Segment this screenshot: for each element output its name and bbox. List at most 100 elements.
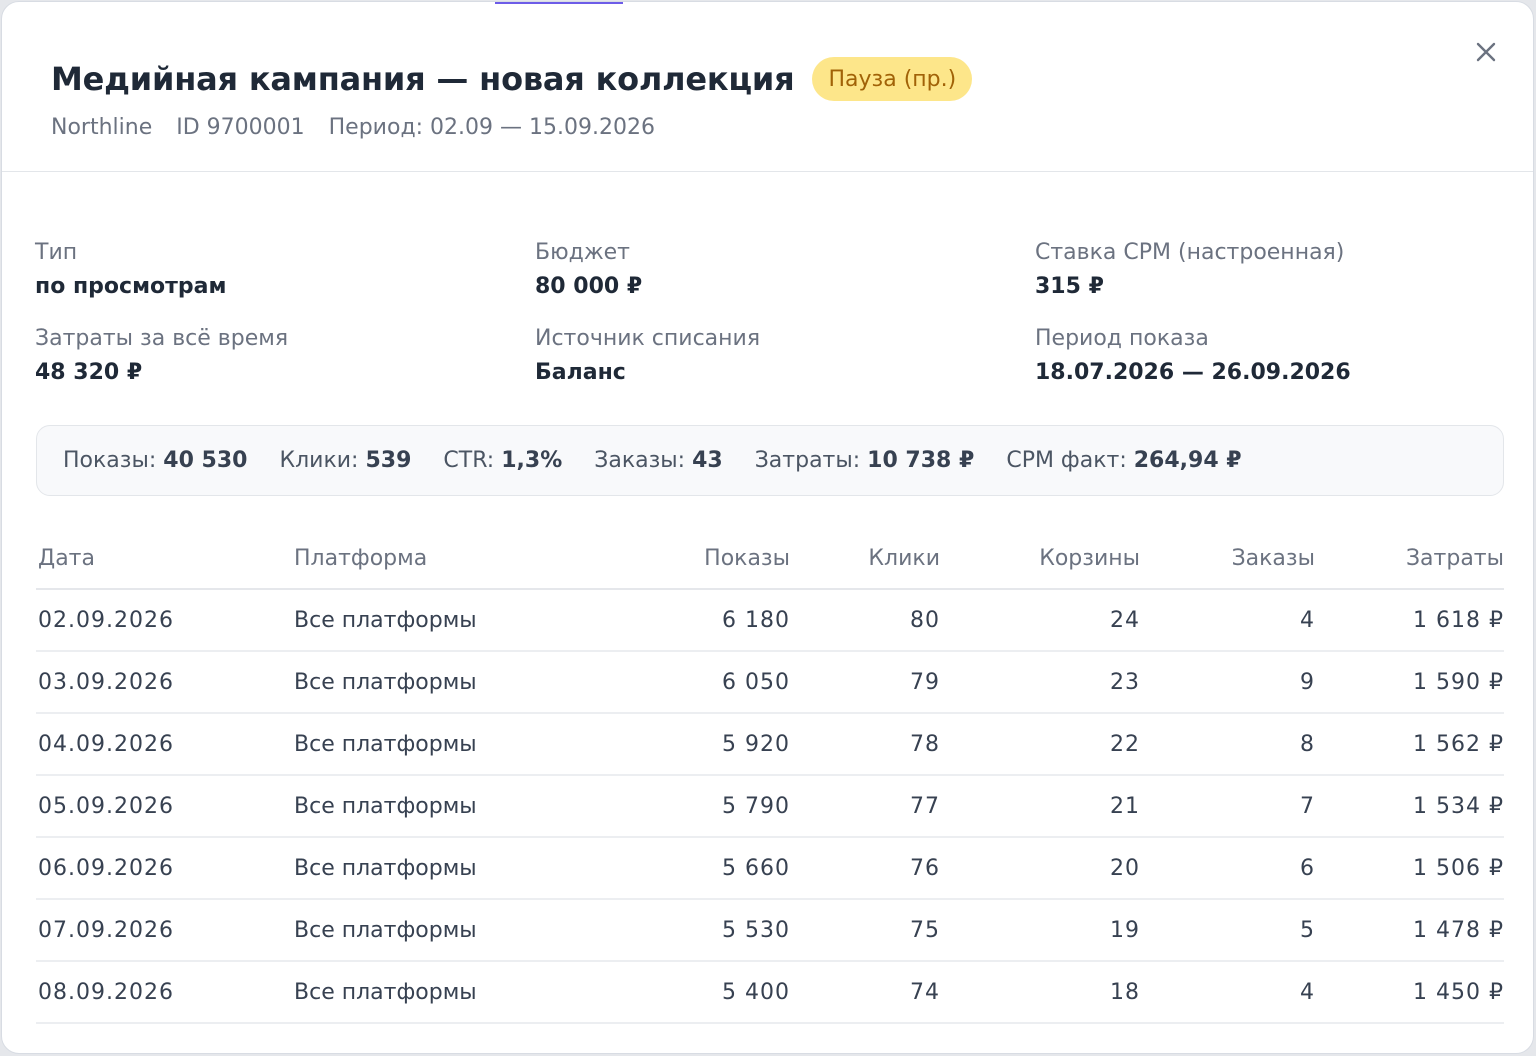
campaign-id: ID 9700001: [176, 115, 305, 140]
cell-cost: 1 618 ₽: [1315, 589, 1504, 652]
column-header-impressions[interactable]: Показы: [576, 529, 790, 590]
table-row: 06.09.2026 Все платформы 5 660 76 20 6 1 506 ₽: [36, 837, 1504, 900]
table-row: 05.09.2026 Все платформы 5 790 77 21 7 1 534 ₽: [36, 775, 1504, 838]
info-type: Тип по просмотрам: [35, 238, 535, 304]
table-row: 02.09.2026 Все платформы 6 180 80 24 4 1 618 ₽: [36, 589, 1504, 652]
cell-impressions: 5 400: [576, 961, 790, 1024]
cell-cost: 1 534 ₽: [1315, 775, 1504, 838]
cell-impressions: 5 790: [576, 775, 790, 838]
cell-clicks: 74: [790, 961, 940, 1024]
cell-orders: 5: [1140, 899, 1315, 962]
summary-impressions-value: 40 530: [163, 448, 248, 473]
cell-carts: 21: [940, 775, 1140, 838]
info-source: Источник списания Баланс: [535, 324, 1035, 390]
info-budget: Бюджет 80 000 ₽: [535, 238, 1035, 304]
summary-ctr-label: CTR:: [443, 448, 495, 473]
cell-clicks: 79: [790, 651, 940, 714]
cell-carts: 24: [940, 589, 1140, 652]
cell-platform: Все платформы: [292, 713, 576, 776]
cell-date: 02.09.2026: [36, 589, 292, 652]
cell-date: 04.09.2026: [36, 713, 292, 776]
table-row: 04.09.2026 Все платформы 5 920 78 22 8 1 562 ₽: [36, 713, 1504, 776]
summary-cpm-fact-label: CPM факт:: [1006, 448, 1127, 473]
info-source-label: Источник списания: [535, 326, 761, 351]
cell-cost: 1 506 ₽: [1315, 837, 1504, 900]
cell-date: 05.09.2026: [36, 775, 292, 838]
cell-orders: 6: [1140, 837, 1315, 900]
cell-platform: Все платформы: [292, 961, 576, 1024]
info-cpm: Ставка CPM (настроенная) 315 ₽: [1035, 238, 1505, 304]
summary-orders-label: Заказы:: [594, 448, 686, 473]
column-header-carts[interactable]: Корзины: [940, 529, 1140, 590]
page-title: Медийная кампания — новая коллекция: [51, 60, 795, 98]
cell-clicks: 75: [790, 899, 940, 962]
info-spent: Затраты за всё время 48 320 ₽: [35, 324, 535, 390]
campaign-modal: Медийная кампания — новая коллекция Пауз…: [1, 1, 1534, 1054]
cell-orders: 4: [1140, 961, 1315, 1024]
cell-carts: 22: [940, 713, 1140, 776]
summary-impressions-label: Показы:: [63, 448, 157, 473]
cell-orders: 7: [1140, 775, 1315, 838]
summary-clicks-value: 539: [365, 448, 412, 473]
summary-impressions: Показы: 40 530: [63, 448, 247, 473]
cell-impressions: 6 180: [576, 589, 790, 652]
cell-carts: 18: [940, 961, 1140, 1024]
cell-platform: Все платформы: [292, 775, 576, 838]
cell-carts: 20: [940, 837, 1140, 900]
title-row: Медийная кампания — новая коллекция Пауз…: [51, 57, 973, 101]
cell-impressions: 6 050: [576, 651, 790, 714]
summary-orders: Заказы: 43: [594, 448, 722, 473]
cell-clicks: 77: [790, 775, 940, 838]
cell-impressions: 5 920: [576, 713, 790, 776]
column-header-date[interactable]: Дата: [36, 529, 292, 590]
info-cpm-label: Ставка CPM (настроенная): [1035, 240, 1345, 265]
summary-clicks-label: Клики:: [279, 448, 359, 473]
column-header-orders[interactable]: Заказы: [1140, 529, 1315, 590]
campaign-info-grid: Тип по просмотрам Бюджет 80 000 ₽ Ставка…: [35, 238, 1505, 390]
cell-cost: 1 450 ₽: [1315, 961, 1504, 1024]
cell-orders: 9: [1140, 651, 1315, 714]
column-header-clicks[interactable]: Клики: [790, 529, 940, 590]
cell-clicks: 76: [790, 837, 940, 900]
cell-platform: Все платформы: [292, 837, 576, 900]
cell-cost: 1 590 ₽: [1315, 651, 1504, 714]
cell-cost: 1 478 ₽: [1315, 899, 1504, 962]
cell-orders: 4: [1140, 589, 1315, 652]
campaign-meta: Northline ID 9700001 Период: 02.09 — 15.…: [51, 115, 655, 140]
summary-ctr-value: 1,3%: [501, 448, 563, 473]
summary-cost-value: 10 738 ₽: [867, 448, 975, 473]
cell-carts: 23: [940, 651, 1140, 714]
info-show-period-value: 18.07.2026 — 26.09.2026: [1035, 360, 1351, 385]
cell-platform: Все платформы: [292, 899, 576, 962]
summary-clicks: Клики: 539: [279, 448, 411, 473]
table-row: 03.09.2026 Все платформы 6 050 79 23 9 1 590 ₽: [36, 651, 1504, 714]
cell-impressions: 5 660: [576, 837, 790, 900]
cell-date: 07.09.2026: [36, 899, 292, 962]
cell-orders: 8: [1140, 713, 1315, 776]
close-button[interactable]: [1468, 34, 1504, 70]
summary-cost: Затраты: 10 738 ₽: [755, 448, 975, 473]
column-header-platform[interactable]: Платформа: [292, 529, 576, 590]
cell-carts: 19: [940, 899, 1140, 962]
cell-date: 03.09.2026: [36, 651, 292, 714]
info-budget-label: Бюджет: [535, 240, 630, 265]
status-badge: Пауза (пр.): [812, 57, 973, 101]
info-source-value: Баланс: [535, 360, 626, 385]
info-show-period: Период показа 18.07.2026 — 26.09.2026: [1035, 324, 1505, 390]
cell-cost: 1 562 ₽: [1315, 713, 1504, 776]
cell-clicks: 78: [790, 713, 940, 776]
info-cpm-value: 315 ₽: [1035, 274, 1104, 299]
table-body: 02.09.2026 Все платформы 6 180 80 24 4 1 618 ₽…: [36, 589, 1504, 1024]
summary-orders-value: 43: [692, 448, 723, 473]
info-type-label: Тип: [35, 240, 78, 265]
cell-clicks: 80: [790, 589, 940, 652]
table-row: 08.09.2026 Все платформы 5 400 74 18 4 1 450 ₽: [36, 961, 1504, 1024]
info-show-period-label: Период показа: [1035, 326, 1209, 351]
table-row: 07.09.2026 Все платформы 5 530 75 19 5 1 478 ₽: [36, 899, 1504, 962]
summary-cpm-fact-value: 264,94 ₽: [1133, 448, 1242, 473]
table-header-row: Дата Платформа Показы Клики Корзины Зака…: [36, 529, 1504, 590]
column-header-cost[interactable]: Затраты: [1315, 529, 1504, 590]
info-type-value: по просмотрам: [35, 274, 227, 299]
cell-date: 08.09.2026: [36, 961, 292, 1024]
close-icon: [1476, 42, 1496, 62]
